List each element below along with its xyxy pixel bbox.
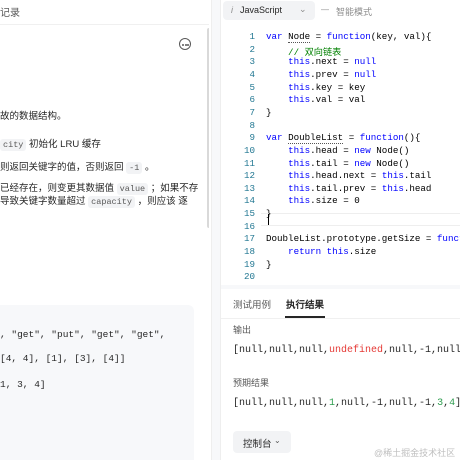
code-line: }: [266, 208, 272, 220]
code-line: this.head = new Node(): [288, 144, 410, 156]
pane-splitter[interactable]: [211, 0, 221, 460]
code-line: this.tail.prev = this.head: [288, 182, 432, 194]
more-options-icon[interactable]: [179, 38, 191, 50]
inline-code: value: [116, 183, 149, 195]
line-number: 15: [243, 208, 255, 220]
line-number: 17: [243, 233, 255, 245]
line-number: 10: [243, 144, 255, 156]
line-number: 13: [243, 182, 255, 194]
example-line: 1, 3, 4]: [0, 379, 46, 390]
line-number: 18: [243, 246, 255, 258]
line-number: 1: [249, 31, 255, 42]
line-number: 14: [243, 195, 255, 207]
line-number: 6: [249, 94, 255, 106]
console-label: 控制台: [243, 439, 272, 450]
code-line: this.prev = null: [288, 68, 377, 80]
description-line: city 初始化 LRU 缓存: [0, 138, 101, 152]
code-line: this.key = key: [288, 81, 366, 93]
code-line: this.head.next = this.tail: [288, 170, 432, 182]
editor-toolbar: i JavaScript ⌄ — 智能模式: [221, 0, 460, 22]
tab-testcases[interactable]: 测试用例: [233, 297, 271, 311]
console-button[interactable]: 控制台 ⌄: [233, 431, 291, 453]
code-line: var DoubleList = function(){: [266, 132, 421, 145]
left-scrollbar[interactable]: [207, 28, 209, 228]
line-number: 16: [243, 220, 255, 232]
example-code-block: , "get", "put", "get", "get", [4, 4], [1…: [0, 305, 194, 460]
line-number: 8: [249, 119, 255, 131]
tab-results[interactable]: 执行结果: [286, 297, 324, 311]
inline-code: -1: [126, 162, 143, 174]
line-number: 7: [249, 106, 255, 118]
description-line: 导致关键字数量超过 capacity ，则应该 逐: [0, 196, 188, 208]
line-number: 2: [249, 43, 255, 55]
code-line: this.tail = new Node(): [288, 157, 410, 169]
example-line: [4, 4], [1], [3], [4]]: [0, 353, 126, 364]
result-tabs: 测试用例 执行结果: [221, 289, 460, 319]
code-line: DoubleList.prototype.getSize = function: [266, 233, 460, 245]
language-select[interactable]: i JavaScript ⌄: [223, 1, 315, 20]
current-line-highlight: [261, 213, 460, 226]
problem-description-pane: 记录 故的数据结构。 city 初始化 LRU 缓存则返回关键字的值，否则返回 -…: [0, 0, 209, 460]
code-line: }: [266, 258, 272, 270]
line-number: 19: [243, 258, 255, 270]
code-line: var Node = function(key, val){: [266, 31, 432, 43]
line-number: 5: [249, 81, 255, 93]
line-number: 4: [249, 68, 255, 80]
code-line: this.val = val: [288, 94, 366, 106]
example-line: , "get", "put", "get", "get",: [0, 329, 166, 340]
inline-code: capacity: [88, 196, 135, 208]
description-line: 则返回关键字的值，否则返回 -1 。: [0, 162, 155, 174]
description-line: 已经存在，则变更其数据值 value ；如果不存: [0, 183, 199, 195]
dash-icon: —: [321, 5, 329, 14]
chevron-down-icon: ⌄: [274, 436, 281, 445]
watermark: @稀土掘金技术社区: [374, 448, 456, 458]
code-editor[interactable]: 1 2 3 4 5 6 7 8 9 10 11 12 13 14 15 16 17 18 19 20 var Node…: [221, 30, 460, 285]
code-line: }: [266, 106, 272, 118]
line-number: 12: [243, 170, 255, 182]
inline-code: city: [0, 139, 27, 151]
expected-value: [null,null,null,1,null,-1,null,-1,3,4]: [233, 398, 460, 409]
output-value: [null,null,null,undefined,null,-1,null,-: [233, 345, 460, 356]
code-line: return this.size: [288, 246, 377, 258]
line-number: 11: [243, 157, 255, 169]
line-number: 9: [249, 132, 255, 144]
smart-mode-toggle[interactable]: — 智能模式: [319, 1, 381, 20]
italic-i-icon: i: [231, 5, 233, 15]
expected-label: 预期结果: [233, 378, 270, 388]
code-line: this.next = null: [288, 56, 377, 68]
smart-mode-label: 智能模式: [336, 7, 373, 17]
code-line: this.size = 0: [288, 195, 360, 207]
description-line: 故的数据结构。: [0, 111, 67, 122]
line-number: 3: [249, 56, 255, 68]
output-label: 输出: [233, 325, 252, 335]
header-divider: [0, 24, 209, 25]
line-number: 20: [243, 271, 255, 283]
submission-record-tab[interactable]: 记录: [0, 4, 20, 19]
active-tab-indicator: [285, 316, 325, 318]
language-label: JavaScript: [240, 5, 283, 15]
chevron-down-icon: ⌄: [299, 4, 307, 14]
